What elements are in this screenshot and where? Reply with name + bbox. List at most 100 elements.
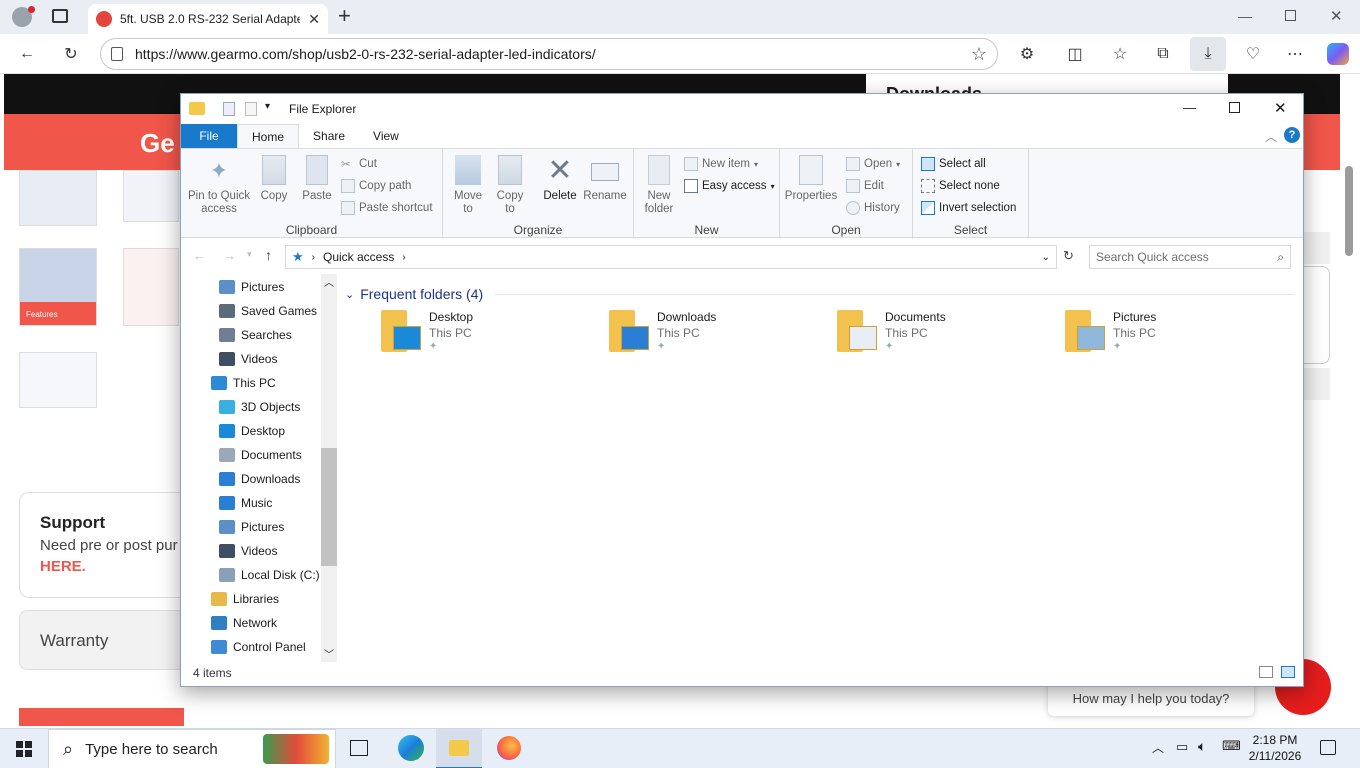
open-button[interactable]: Open ▾: [846, 157, 900, 171]
search-highlight-gift-icon[interactable]: [263, 734, 329, 764]
refresh-address-icon[interactable]: ↻: [1063, 248, 1074, 264]
details-view-icon[interactable]: [1259, 666, 1273, 678]
invert-selection-button[interactable]: Invert selection: [921, 201, 1016, 215]
address-bar[interactable]: https://www.gearmo.com/shop/usb2-0-rs-23…: [100, 38, 998, 70]
recent-locations-icon[interactable]: ▾: [247, 249, 252, 260]
folder-tile[interactable]: Downloads This PC ✦: [609, 310, 829, 360]
close-tab-icon[interactable]: ✕: [308, 11, 320, 28]
properties-button[interactable]: Properties: [784, 153, 838, 203]
paste-shortcut-button[interactable]: Paste shortcut: [341, 201, 433, 215]
taskbar-search-box[interactable]: ⌕ Type here to search: [48, 729, 336, 768]
history-button[interactable]: History: [846, 201, 900, 215]
product-thumbnail[interactable]: Features: [19, 248, 97, 326]
refresh-icon[interactable]: ↻: [56, 39, 86, 69]
nav-item[interactable]: Control Panel: [211, 635, 306, 659]
network-tray-icon[interactable]: ▭: [1176, 739, 1188, 755]
downloads-button-icon[interactable]: ⤓: [1190, 37, 1226, 71]
product-thumbnail[interactable]: [123, 248, 179, 326]
product-thumbnail[interactable]: [123, 170, 179, 222]
tab-file[interactable]: File: [181, 124, 237, 148]
edit-button[interactable]: Edit: [846, 179, 884, 193]
up-arrow-icon[interactable]: ↑: [265, 247, 272, 263]
frequent-folders-header[interactable]: ⌄ Frequent folders (4): [345, 286, 1295, 302]
copy-to-button[interactable]: Copy to: [493, 153, 527, 216]
delete-button[interactable]: ✕ Delete: [541, 153, 579, 203]
nav-item[interactable]: Desktop: [219, 419, 285, 443]
tab-view[interactable]: View: [359, 124, 413, 148]
folder-tile[interactable]: Documents This PC ✦: [837, 310, 1057, 360]
select-all-button[interactable]: Select all: [921, 157, 986, 171]
nav-item[interactable]: Local Disk (C:): [219, 563, 320, 587]
support-link[interactable]: HERE.: [40, 558, 168, 575]
browser-essentials-icon[interactable]: ♡: [1238, 39, 1268, 69]
breadcrumb-quick-access[interactable]: Quick access: [323, 250, 394, 264]
forward-arrow-icon[interactable]: →: [223, 248, 236, 263]
more-menu-icon[interactable]: ⋯: [1280, 39, 1310, 69]
scroll-up-icon[interactable]: ︿: [324, 274, 334, 289]
close-browser-icon[interactable]: ✕: [1330, 7, 1343, 25]
nav-item[interactable]: Pictures: [219, 275, 284, 299]
site-logo[interactable]: Ge: [140, 128, 175, 159]
show-hidden-icons-icon[interactable]: ︿: [1152, 739, 1164, 756]
copy-path-button[interactable]: Copy path: [341, 179, 411, 193]
nav-pane-scrollbar[interactable]: ︿ ﹀: [321, 274, 337, 662]
split-screen-icon[interactable]: ◫: [1060, 39, 1090, 69]
site-info-icon[interactable]: [111, 47, 123, 61]
nav-item[interactable]: Downloads: [219, 467, 300, 491]
new-folder-quick-icon[interactable]: [245, 102, 257, 116]
notifications-icon[interactable]: [1320, 740, 1336, 755]
restore-browser-icon[interactable]: [1285, 10, 1296, 21]
rename-button[interactable]: Rename: [583, 153, 627, 203]
back-icon[interactable]: ←: [12, 39, 42, 69]
customize-qat-icon[interactable]: ▾: [265, 101, 270, 112]
scroll-down-icon[interactable]: ﹀: [324, 646, 334, 661]
search-quick-access-input[interactable]: Search Quick access ⌕: [1089, 245, 1291, 269]
collapse-group-icon[interactable]: ⌄: [345, 288, 354, 301]
nav-item[interactable]: Saved Games: [219, 299, 317, 323]
copy-button[interactable]: Copy: [257, 153, 291, 203]
firefox-taskbar-icon[interactable]: [497, 736, 521, 760]
warranty-card[interactable]: Warranty: [19, 610, 189, 670]
pinned-icon[interactable]: ✦: [657, 341, 716, 352]
input-language-icon[interactable]: ⌨︎: [1222, 738, 1241, 754]
properties-quick-icon[interactable]: [223, 102, 235, 116]
collapse-ribbon-icon[interactable]: ︿: [1265, 128, 1277, 145]
explorer-maximize-icon[interactable]: [1229, 102, 1240, 113]
explorer-close-icon[interactable]: ✕: [1274, 99, 1287, 117]
clock[interactable]: 2:18 PM 2/11/2026: [1242, 732, 1308, 764]
tab-share[interactable]: Share: [299, 124, 359, 148]
start-windows-icon[interactable]: [16, 741, 32, 757]
pinned-icon[interactable]: ✦: [429, 341, 473, 352]
tab-actions-icon[interactable]: [52, 9, 68, 23]
favorite-star-icon[interactable]: ☆: [971, 44, 987, 65]
move-to-button[interactable]: Move to: [451, 153, 485, 216]
new-item-button[interactable]: New item ▾: [684, 157, 758, 171]
volume-tray-icon[interactable]: 🔈︎: [1198, 738, 1206, 755]
nav-item[interactable]: Pictures: [219, 515, 284, 539]
nav-item[interactable]: Documents: [219, 443, 302, 467]
collections-icon[interactable]: ⧉: [1148, 39, 1178, 69]
pin-quick-access-button[interactable]: ✦ Pin to Quick access: [187, 153, 251, 216]
minimize-browser-icon[interactable]: —: [1238, 8, 1252, 24]
copilot-icon[interactable]: [1327, 43, 1349, 65]
product-thumbnail[interactable]: [19, 352, 97, 408]
address-breadcrumb[interactable]: ★ › Quick access › ⌄: [285, 245, 1057, 269]
easy-access-button[interactable]: Easy access ▾: [684, 179, 775, 193]
nav-item[interactable]: 3D Objects: [219, 395, 300, 419]
page-scrollbar-thumb[interactable]: [1345, 166, 1353, 256]
breadcrumb-chevron-icon[interactable]: ›: [402, 252, 405, 263]
explorer-minimize-icon[interactable]: —: [1183, 100, 1196, 115]
large-icons-view-icon[interactable]: [1281, 666, 1295, 678]
nav-item[interactable]: Searches: [219, 323, 292, 347]
edge-taskbar-icon[interactable]: [398, 735, 424, 761]
folder-tile[interactable]: Pictures This PC ✦: [1065, 310, 1285, 360]
cut-button[interactable]: ✂ Cut: [341, 157, 377, 171]
nav-item[interactable]: Videos: [219, 539, 277, 563]
browser-tab-active[interactable]: 5ft. USB 2.0 RS-232 Serial Adapter ✕: [88, 4, 328, 34]
tab-home[interactable]: Home: [237, 124, 300, 148]
nav-item[interactable]: Music: [219, 491, 272, 515]
nav-item[interactable]: Videos: [219, 347, 277, 371]
new-folder-button[interactable]: New folder: [640, 153, 678, 216]
help-icon[interactable]: ?: [1284, 127, 1300, 143]
paste-button[interactable]: Paste: [299, 153, 335, 203]
